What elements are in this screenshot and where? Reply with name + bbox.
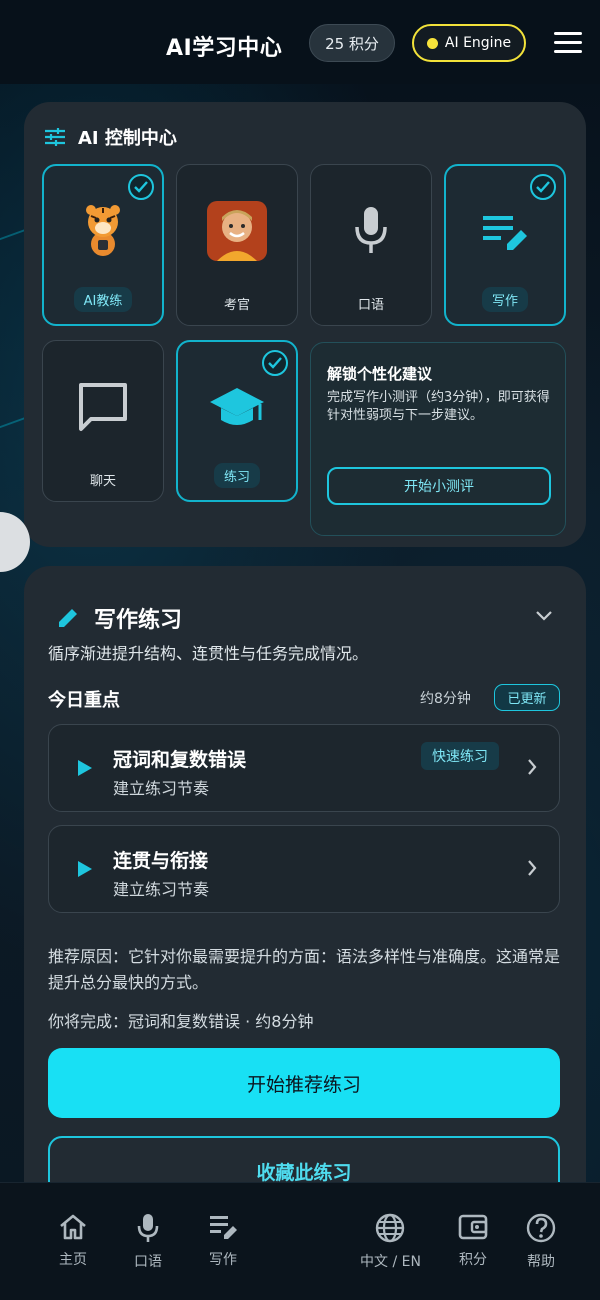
ai-control-panel: AI 控制中心 AI教练 考官 口语 写作 聊天 练习 解锁个性化建议 完成写作… [24, 102, 586, 547]
quick-practice-tag: 快速练习 [421, 742, 499, 770]
microphone-icon [311, 205, 431, 257]
completion-summary: 你将完成：冠词和复数错误 · 约8分钟 [48, 1012, 314, 1031]
chevron-right-icon [528, 759, 537, 775]
lesson-subtitle: 建立练习节奏 [113, 880, 210, 899]
home-icon [60, 1214, 86, 1240]
writing-section-title: 写作练习 [94, 608, 183, 633]
nav-label: 帮助 [527, 1254, 555, 1270]
tile-practice[interactable]: 练习 [176, 340, 298, 502]
writing-section-header: 写作练习 [56, 602, 182, 634]
ai-engine-button[interactable]: AI Engine [412, 24, 526, 62]
chevron-right-icon [528, 860, 537, 876]
lesson-item-articles[interactable]: 冠词和复数错误 建立练习节奏 快速练习 [48, 724, 560, 812]
wallet-icon [458, 1214, 488, 1240]
start-recommended-practice-button[interactable]: 开始推荐练习 [48, 1048, 560, 1118]
engine-status-dot [426, 37, 438, 49]
lesson-name: 冠词和复数错误 [113, 749, 247, 771]
nav-label: 主页 [59, 1252, 87, 1268]
microphone-icon [137, 1214, 159, 1242]
sliders-icon [45, 128, 65, 146]
tile-chat[interactable]: 聊天 [42, 340, 164, 502]
points-badge[interactable]: 25 积分 [309, 24, 395, 62]
help-icon [526, 1213, 556, 1243]
edit-note-icon [446, 212, 564, 254]
pencil-icon [59, 609, 77, 627]
nav-label: 积分 [459, 1252, 487, 1268]
tile-label: 练习 [178, 463, 296, 488]
nav-help[interactable]: 帮助 [526, 1213, 556, 1271]
lesson-subtitle: 建立练习节奏 [113, 779, 210, 798]
tile-label: 考官 [223, 298, 250, 313]
nav-speaking[interactable]: 口语 [134, 1213, 162, 1271]
top-header: AI学习中心 25 积分 AI Engine [0, 0, 600, 84]
recommendation-reason: 推荐原因：它针对你最需要提升的方面：语法多样性与准确度。这通常是提升总分最快的方… [48, 947, 561, 992]
chat-bubble-icon [43, 381, 163, 433]
unlock-title: 解锁个性化建议 [327, 365, 433, 383]
tile-label: 写作 [446, 287, 564, 312]
tile-writing[interactable]: 写作 [444, 164, 566, 326]
hamburger-menu-icon[interactable] [554, 32, 582, 54]
lesson-item-coherence[interactable]: 连贯与衔接 建立练习节奏 [48, 825, 560, 913]
edit-note-icon [210, 1216, 237, 1239]
check-icon [530, 174, 556, 200]
nav-label: 口语 [134, 1254, 162, 1270]
check-icon [262, 350, 288, 376]
graduation-cap-icon [178, 386, 296, 430]
check-icon [128, 174, 154, 200]
today-focus-heading: 今日重点 [48, 690, 120, 711]
tile-speaking[interactable]: 口语 [310, 164, 432, 326]
start-quiz-button[interactable]: 开始小测评 [327, 467, 551, 505]
writing-section-subtitle: 循序渐进提升结构、连贯性与任务完成情况。 [48, 644, 369, 663]
tiger-mascot-icon [44, 202, 162, 258]
tile-label: 聊天 [89, 474, 116, 489]
nav-label: 写作 [209, 1252, 237, 1268]
nav-writing[interactable]: 写作 [208, 1213, 238, 1269]
bottom-navigation: 主页 口语 写作 中文 / EN 积分 帮助 [0, 1182, 600, 1300]
unlock-suggestion-card: 解锁个性化建议 完成写作小测评（约3分钟），即可获得针对性弱项与下一步建议。 开… [310, 342, 566, 536]
globe-icon [376, 1213, 405, 1243]
tile-label: AI教练 [44, 287, 162, 312]
nav-points[interactable]: 积分 [458, 1213, 488, 1269]
tile-examiner[interactable]: 考官 [176, 164, 298, 326]
tile-label: 口语 [357, 298, 384, 313]
control-panel-header: AI 控制中心 [44, 124, 177, 150]
engine-label: AI Engine [444, 35, 512, 51]
nav-language[interactable]: 中文 / EN [360, 1213, 421, 1271]
play-icon [78, 760, 92, 776]
play-icon [78, 861, 92, 877]
examiner-avatar [177, 201, 297, 261]
lesson-name: 连贯与衔接 [113, 850, 209, 872]
focus-duration: 约8分钟 [420, 691, 471, 707]
nav-label: 中文 / EN [360, 1254, 421, 1270]
control-panel-title: AI 控制中心 [78, 128, 177, 149]
updated-badge: 已更新 [494, 684, 560, 711]
unlock-description: 完成写作小测评（约3分钟），即可获得针对性弱项与下一步建议。 [327, 390, 550, 423]
nav-home[interactable]: 主页 [58, 1213, 88, 1269]
chevron-down-icon[interactable] [536, 606, 552, 625]
tile-ai-coach[interactable]: AI教练 [42, 164, 164, 326]
page-title: AI学习中心 [166, 36, 283, 61]
